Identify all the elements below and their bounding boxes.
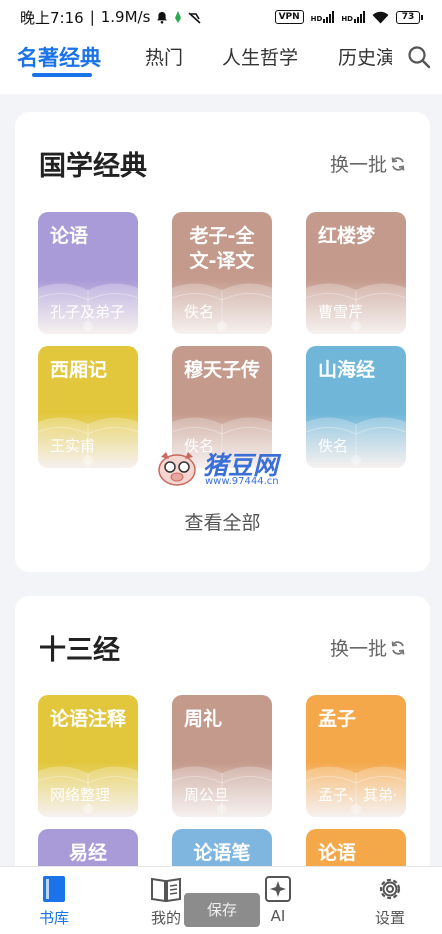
active-tab-indicator — [32, 73, 92, 77]
book-card[interactable]: 论语注释 网络整理 — [38, 695, 138, 817]
book-card[interactable]: 孟子 孟子、其弟子 — [306, 695, 406, 817]
book-title: 论语 — [318, 842, 357, 864]
section-card-shisanjing: 十三经 换一批 论语注释 网络整理 周礼 周公旦 孟子 孟子、其弟子 易经 论语… — [15, 596, 430, 934]
book-card[interactable]: 西厢记 王实甫 — [38, 346, 138, 468]
book-title: 周礼 — [184, 708, 223, 730]
ai-sparkle-icon — [265, 876, 291, 902]
book-title: 论语 — [50, 225, 89, 247]
refresh-button[interactable]: 换一批 — [330, 150, 406, 177]
section-card-guoxue: 国学经典 换一批 论语 孔子及弟子 老子-全文-译文 佚名 红楼梦 曹雪芹 西厢… — [15, 112, 430, 572]
view-all-link[interactable]: 查看全部 — [15, 508, 430, 535]
book-author: 佚名 — [318, 437, 349, 455]
book-title: 穆天子传 — [183, 359, 260, 381]
save-toast: 保存 — [184, 893, 260, 927]
book-author: 孔子及弟子 — [50, 303, 126, 321]
book-card[interactable]: 论语 孔子及弟子 — [38, 212, 138, 334]
book-card[interactable]: 周礼 周公旦 — [172, 695, 272, 817]
book-author: 王实甫 — [50, 437, 96, 455]
book-title: 论语注释 — [49, 708, 126, 730]
search-icon[interactable] — [406, 44, 432, 70]
battery-icon: 73 — [396, 10, 423, 24]
gear-icon — [379, 878, 401, 900]
book-icon — [43, 876, 65, 902]
section-title: 国学经典 — [39, 151, 147, 182]
book-title: 老子-全文-译文 — [189, 225, 255, 272]
open-book-icon — [151, 877, 181, 903]
book-card[interactable]: 山海经 佚名 — [306, 346, 406, 468]
book-card[interactable]: 红楼梦 曹雪芹 — [306, 212, 406, 334]
nav-library[interactable]: 书库 — [14, 875, 94, 928]
book-title: 西厢记 — [50, 359, 108, 381]
status-speed: 1.9M/s — [100, 8, 151, 26]
category-tabs: 名著经典 热门 人生哲学 历史演 — [0, 34, 442, 94]
refresh-icon — [391, 640, 405, 655]
book-title: 红楼梦 — [318, 225, 376, 247]
tab-classics[interactable]: 名著经典 — [17, 42, 101, 72]
book-author: 曹雪芹 — [318, 303, 364, 321]
book-author: 网络整理 — [50, 786, 111, 804]
tab-life-philosophy[interactable]: 人生哲学 — [222, 43, 298, 70]
status-time: 晚上7:16 — [20, 8, 84, 27]
refresh-icon — [391, 156, 405, 171]
nav-settings[interactable]: 设置 — [350, 875, 430, 928]
book-title: 山海经 — [318, 359, 376, 381]
status-bar: 晚上7:16 | 1.9M/s VPN HD HD 73 — [0, 0, 442, 34]
book-author: 佚名 — [184, 303, 215, 321]
bell-icon — [157, 11, 168, 24]
wifi-icon — [372, 11, 389, 23]
book-title: 易经 — [68, 842, 107, 864]
book-title: 孟子 — [318, 708, 357, 730]
app-notify-icon — [175, 11, 182, 23]
tab-hot[interactable]: 热门 — [145, 43, 183, 70]
tab-history[interactable]: 历史演 — [338, 43, 392, 70]
pig-logo-icon — [158, 452, 196, 486]
watermark: 猪豆网 www.97444.cn — [155, 446, 295, 490]
book-author: 周公旦 — [184, 786, 230, 804]
hd-signal-1: HD — [311, 11, 335, 23]
section-title: 十三经 — [39, 635, 120, 666]
book-card[interactable]: 老子-全文-译文 佚名 — [172, 212, 272, 334]
no-disturb-icon — [188, 11, 201, 24]
book-title: 论语笔 — [193, 842, 251, 864]
refresh-button[interactable]: 换一批 — [330, 634, 406, 661]
book-author: 孟子、其弟子 — [318, 786, 396, 804]
vpn-badge: VPN — [274, 10, 304, 24]
hd-signal-2: HD — [341, 11, 365, 23]
